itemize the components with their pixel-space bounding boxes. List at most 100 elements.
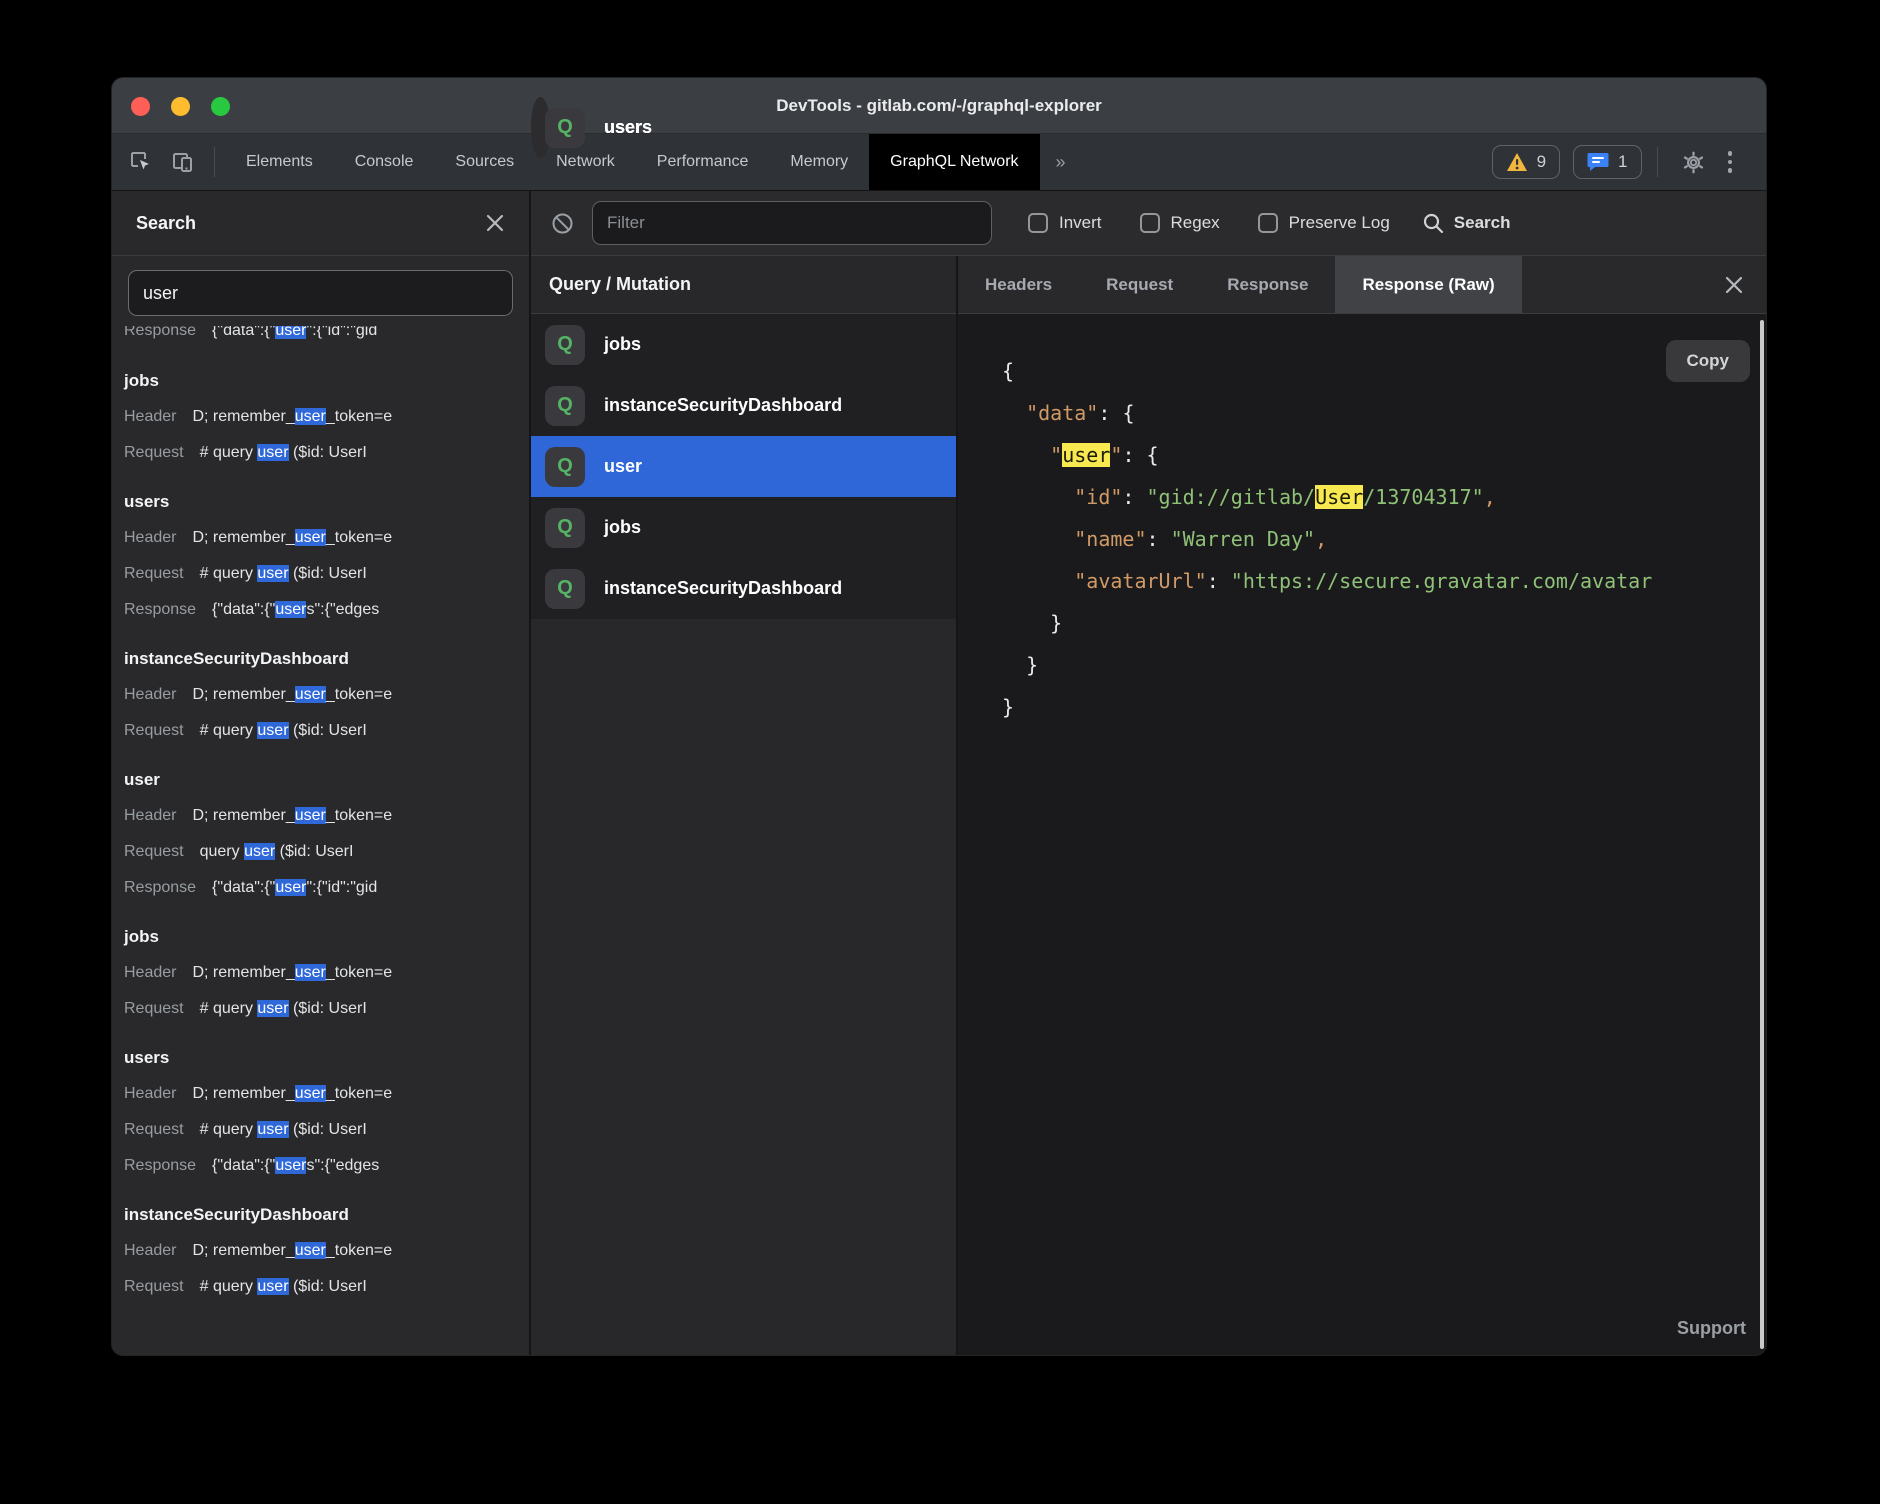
minimize-traffic-light[interactable] <box>171 97 190 116</box>
query-row-label: instanceSecurityDashboard <box>604 578 842 599</box>
json-search-highlight: user <box>1062 443 1110 467</box>
result-row[interactable]: Response{"data":{"users":{"edges <box>124 592 529 628</box>
checkbox-box-regex[interactable] <box>1140 213 1160 233</box>
filter-input[interactable] <box>592 201 992 245</box>
vertical-scrollbar[interactable] <box>1760 320 1764 1349</box>
json-line: } <box>1002 602 1766 644</box>
result-group-title[interactable]: instanceSecurityDashboard <box>124 1197 529 1233</box>
query-row-jobs[interactable]: Qjobs <box>531 497 956 558</box>
result-group-title[interactable]: user <box>124 762 529 798</box>
search-result-group: usersHeaderD; remember_user_token=eReque… <box>124 484 529 628</box>
result-group-title[interactable]: jobs <box>124 363 529 399</box>
tab-response[interactable]: Response <box>1200 256 1335 313</box>
toolbar-tab-elements[interactable]: Elements <box>225 134 334 190</box>
device-toolbar-icon[interactable] <box>170 149 196 175</box>
result-row[interactable]: HeaderD; remember_user_token=e <box>124 399 529 435</box>
query-row-user[interactable]: Quser <box>531 436 956 497</box>
json-line: { <box>1002 350 1766 392</box>
result-row-label: Header <box>124 1085 176 1102</box>
result-row[interactable]: Requestquery user ($id: UserI <box>124 834 529 870</box>
checkbox-regex[interactable]: Regex <box>1140 213 1220 233</box>
result-text: # query <box>200 1000 258 1017</box>
detail-tabs: HeadersRequestResponseResponse (Raw) <box>958 256 1766 314</box>
checkbox-preserve-log[interactable]: Preserve Log <box>1258 213 1390 233</box>
detail-column: HeadersRequestResponseResponse (Raw) Cop… <box>956 256 1766 1355</box>
result-row-label: Request <box>124 1121 184 1138</box>
result-group-title[interactable]: users <box>124 484 529 520</box>
result-text: _token=e <box>326 964 392 981</box>
result-row[interactable]: Response{"data":{"users":{"edges <box>124 1148 529 1184</box>
zoom-traffic-light[interactable] <box>211 97 230 116</box>
json-token: : <box>1098 401 1122 425</box>
result-row[interactable]: Request# query user ($id: UserI <box>124 1269 529 1305</box>
devtools-toolbar: ElementsConsoleSourcesNetworkPerformance… <box>112 134 1766 191</box>
warning-badge[interactable]: 9 <box>1492 145 1560 179</box>
kebab-menu-icon[interactable] <box>1720 147 1741 177</box>
toolbar-tab-memory[interactable]: Memory <box>769 134 869 190</box>
more-tabs-chevron[interactable]: » <box>1040 134 1082 190</box>
query-row-instancesecuritydashboard[interactable]: QinstanceSecurityDashboard <box>531 558 956 619</box>
search-highlight: user <box>275 326 306 339</box>
result-row[interactable]: HeaderD; remember_user_token=e <box>124 1233 529 1269</box>
json-line: "user": { <box>1002 434 1766 476</box>
close-detail-icon[interactable] <box>1724 275 1744 295</box>
json-token: " <box>1110 443 1122 467</box>
result-text: ($id: UserI <box>275 843 353 860</box>
search-highlight: user <box>257 1000 288 1017</box>
result-row[interactable]: HeaderD; remember_user_token=e <box>124 520 529 556</box>
query-row-jobs[interactable]: Qjobs <box>531 314 956 375</box>
result-row[interactable]: Request# query user ($id: UserI <box>124 556 529 592</box>
result-row[interactable]: Request# query user ($id: UserI <box>124 435 529 471</box>
search-input[interactable] <box>128 270 513 316</box>
result-row[interactable]: HeaderD; remember_user_token=e <box>124 798 529 834</box>
checkbox-invert[interactable]: Invert <box>1028 213 1102 233</box>
result-row[interactable]: Request# query user ($id: UserI <box>124 713 529 749</box>
inspect-element-icon[interactable] <box>128 149 154 175</box>
settings-gear-icon[interactable] <box>1681 150 1707 175</box>
support-link[interactable]: Support <box>1677 1318 1746 1339</box>
result-row[interactable]: Response{"data":{"user":{"id":"gid <box>124 870 529 906</box>
query-type-badge: Q <box>545 508 585 548</box>
result-row[interactable]: HeaderD; remember_user_token=e <box>124 1076 529 1112</box>
checkbox-box-invert[interactable] <box>1028 213 1048 233</box>
tab-response-raw[interactable]: Response (Raw) <box>1335 256 1521 313</box>
clear-icon[interactable] <box>551 212 574 235</box>
toolbar-tab-performance[interactable]: Performance <box>636 134 770 190</box>
network-search[interactable]: Search <box>1422 212 1511 234</box>
tab-headers[interactable]: Headers <box>958 256 1079 313</box>
result-row[interactable]: HeaderD; remember_user_token=e <box>124 677 529 713</box>
message-badge[interactable]: 1 <box>1573 145 1641 179</box>
toolbar-tab-graphql-network[interactable]: GraphQL Network <box>869 134 1039 190</box>
search-label: Search <box>1454 213 1511 233</box>
result-text: {"data":{" <box>212 1157 275 1174</box>
result-group-title[interactable]: instanceSecurityDashboard <box>124 641 529 677</box>
result-row[interactable]: Request# query user ($id: UserI <box>124 1112 529 1148</box>
result-row-partial[interactable]: Response{"data":{"user":{"id":"gid <box>124 326 529 350</box>
toolbar-divider <box>214 147 215 177</box>
result-text: {"data":{" <box>212 601 275 618</box>
result-text: # query <box>200 444 258 461</box>
json-token: "avatarUrl" <box>1074 569 1206 593</box>
toolbar-right-cluster: 9 1 <box>1492 134 1740 190</box>
search-highlight: user <box>295 964 326 981</box>
search-panel-header: Search <box>112 191 529 256</box>
toolbar-tab-sources[interactable]: Sources <box>434 134 535 190</box>
toolbar-tab-console[interactable]: Console <box>334 134 435 190</box>
query-row-label: jobs <box>604 517 641 538</box>
search-panel-title: Search <box>136 213 196 234</box>
query-row-instancesecuritydashboard[interactable]: QinstanceSecurityDashboard <box>531 375 956 436</box>
tab-request[interactable]: Request <box>1079 256 1200 313</box>
result-group-title[interactable]: users <box>124 1040 529 1076</box>
result-row[interactable]: Request# query user ($id: UserI <box>124 991 529 1027</box>
result-row[interactable]: HeaderD; remember_user_token=e <box>124 955 529 991</box>
result-text: {"data":{" <box>212 879 275 896</box>
checkbox-box-preserve-log[interactable] <box>1258 213 1278 233</box>
result-text: _token=e <box>326 529 392 546</box>
close-traffic-light[interactable] <box>131 97 150 116</box>
close-search-icon[interactable] <box>485 213 505 233</box>
result-text: ($id: UserI <box>289 722 367 739</box>
search-results-list: Response{"data":{"user":{"id":"gidjobsHe… <box>112 326 529 1355</box>
result-group-title[interactable]: jobs <box>124 919 529 955</box>
search-icon <box>1422 212 1444 234</box>
search-highlight: user <box>295 408 326 425</box>
